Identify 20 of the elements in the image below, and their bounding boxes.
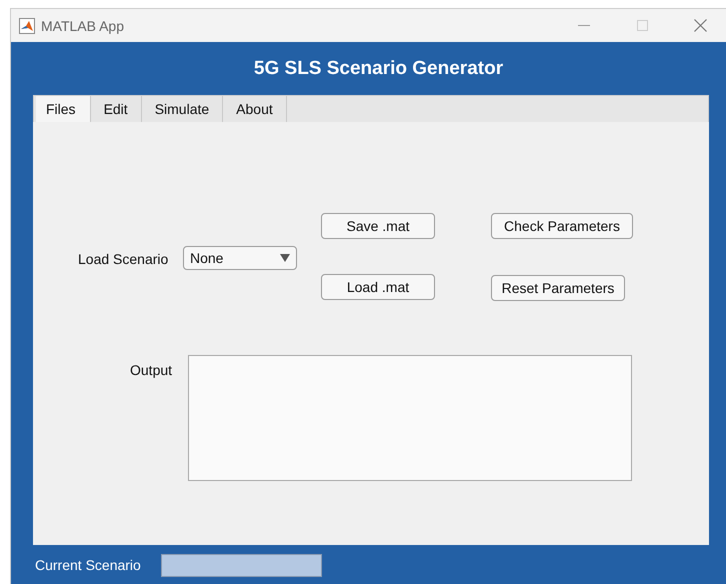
app-title: 5G SLS Scenario Generator [252,57,504,79]
field-label: Output [130,362,172,378]
output-field[interactable] [188,355,632,481]
status-label: Current Scenario [35,557,141,573]
tab[interactable]: Simulate [142,96,224,122]
tab[interactable]: Edit [90,96,142,122]
caret-icon [280,254,290,262]
field-label: Load Scenario [78,251,168,267]
window-title: MATLAB App [41,18,126,34]
minimize-icon[interactable] [578,24,590,26]
action-button[interactable]: Reset Parameters [491,275,625,301]
action-button[interactable]: Load .mat [321,274,435,300]
scenario-field[interactable] [160,554,322,576]
action-button[interactable]: Save .mat [321,213,435,239]
scenario-dropdown[interactable]: None [183,246,297,270]
tab[interactable]: Files [36,96,91,122]
maximize-icon[interactable] [636,20,648,31]
app-logo-icon [19,18,35,34]
action-button[interactable]: Check Parameters [491,213,633,239]
close-icon[interactable] [694,19,706,32]
